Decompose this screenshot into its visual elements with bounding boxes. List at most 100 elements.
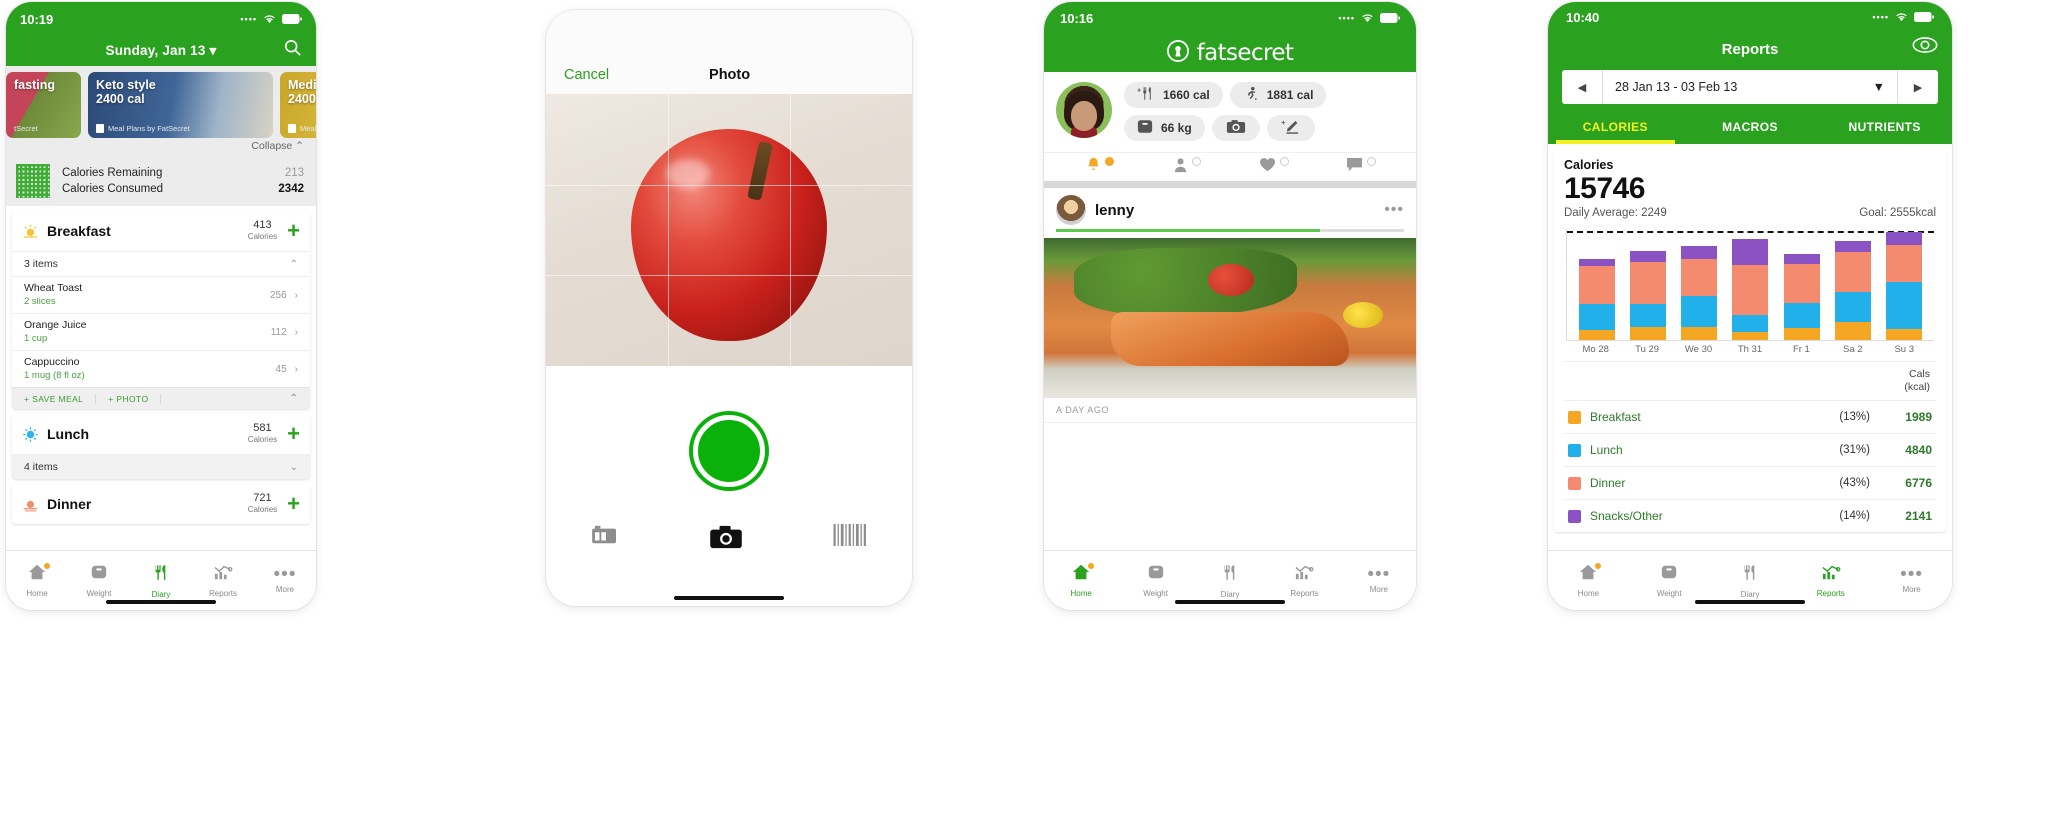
collapse-toggle[interactable]: Collapse ⌃ <box>6 138 316 158</box>
meal-items-toggle[interactable]: 4 items ⌄ <box>12 454 310 479</box>
date-range-selector[interactable]: ◀ 28 Jan 13 - 03 Feb 13 ▼ ▶ <box>1562 70 1938 104</box>
tab-calories[interactable]: CALORIES <box>1548 112 1683 144</box>
photo-nav-bar: Cancel Photo <box>546 56 912 94</box>
tab-label: Diary <box>1740 589 1760 599</box>
chart-x-axis: Mo 28 Tu 29 We 30 Th 31 Fr 1 Sa 2 Su 3 <box>1564 341 1936 362</box>
next-arrow-icon[interactable]: ▶ <box>1898 81 1938 94</box>
food-row[interactable]: Cappuccino 1 mug (8 fl oz) 45 › <box>12 350 310 387</box>
legend-row-dinner[interactable]: Dinner (43%) 6776 <box>1564 467 1936 500</box>
quick-stats: + 1660 cal 1881 cal 66 kg + <box>1124 82 1404 148</box>
food-name: Cappuccino 1 mug (8 fl oz) <box>24 356 276 382</box>
meal-header[interactable]: Dinner 721 Calories + <box>12 484 310 524</box>
svg-text:+: + <box>1137 86 1141 95</box>
tab-home[interactable]: Home <box>1044 551 1118 610</box>
heart-icon[interactable] <box>1230 157 1317 173</box>
stat-pill-weight[interactable]: 66 kg <box>1124 115 1205 141</box>
gallery-icon[interactable] <box>591 524 619 551</box>
comment-icon[interactable] <box>1317 157 1404 173</box>
avatar[interactable] <box>1056 82 1112 138</box>
chevron-up-icon: ⌃ <box>295 140 304 152</box>
meal-plan-card[interactable]: Keto style 2400 cal Meal Plans by FatSec… <box>88 72 273 138</box>
chart-icon <box>1821 563 1841 586</box>
legend-row-lunch[interactable]: Lunch (31%) 4840 <box>1564 434 1936 467</box>
prev-arrow-icon[interactable]: ◀ <box>1562 81 1602 94</box>
food-row[interactable]: Wheat Toast 2 slices 256 › <box>12 276 310 313</box>
barcode-icon[interactable] <box>833 524 867 551</box>
chart-bar-segment <box>1578 259 1615 267</box>
meal-plan-carousel[interactable]: fasting tSecret Keto style 2400 cal Meal… <box>6 66 316 138</box>
add-photo-button[interactable]: + PHOTO <box>96 393 162 404</box>
stat-pill-camera[interactable] <box>1211 115 1260 141</box>
chevron-down-icon[interactable]: ▼ <box>1873 80 1885 94</box>
tab-label: More <box>1369 584 1388 594</box>
notification-dot <box>44 563 50 569</box>
tab-macros[interactable]: MACROS <box>1683 112 1818 144</box>
chart-x-tick: Su 3 <box>1894 344 1914 355</box>
phone-slot-1: 10:19 •••• Sunday, Jan 13 ▾ fasting tSec… <box>0 0 516 832</box>
collapse-meal-icon[interactable]: ⌃ <box>290 393 304 404</box>
food-kcal: 45 <box>275 363 287 375</box>
food-serving: 2 slices <box>24 296 56 307</box>
shutter-button[interactable] <box>693 415 765 487</box>
calorie-grid-icon <box>16 164 50 198</box>
tab-nutrients[interactable]: NUTRIENTS <box>1817 112 1952 144</box>
search-icon[interactable] <box>284 39 302 62</box>
tab-more[interactable]: ••• More <box>1871 551 1952 610</box>
tab-home[interactable]: Home <box>1548 551 1629 610</box>
eye-icon[interactable] <box>1912 36 1938 59</box>
food-name: Wheat Toast 2 slices <box>24 282 270 308</box>
cancel-button[interactable]: Cancel <box>564 67 609 83</box>
tab-more[interactable]: ••• More <box>254 551 316 610</box>
legend-row-breakfast[interactable]: Breakfast (13%) 1989 <box>1564 401 1936 434</box>
meal-card-dinner[interactable]: Dinner 721 Calories + <box>12 484 310 524</box>
stat-pill-note[interactable]: + <box>1266 115 1315 141</box>
tab-more[interactable]: ••• More <box>1342 551 1416 610</box>
post-image[interactable] <box>1044 238 1416 398</box>
add-food-button[interactable]: + <box>287 493 300 515</box>
food-row[interactable]: Orange Juice 1 cup 112 › <box>12 313 310 350</box>
meal-card-breakfast[interactable]: Breakfast 413 Calories + 3 items ⌃ Wheat… <box>12 211 310 409</box>
meal-plan-card[interactable]: fasting tSecret <box>6 72 81 138</box>
stat-pill-exercise[interactable]: 1881 cal <box>1229 82 1327 108</box>
camera-viewfinder[interactable] <box>546 94 912 366</box>
chart-bar-segment <box>1783 327 1820 340</box>
post-author[interactable]: lenny <box>1095 202 1375 219</box>
add-food-button[interactable]: + <box>287 423 300 445</box>
food-serving: 1 mug (8 fl oz) <box>24 370 85 381</box>
tab-home[interactable]: Home <box>6 551 68 610</box>
chart-bar-segment <box>1681 295 1718 328</box>
post-avatar[interactable] <box>1056 195 1086 225</box>
legend-row-snacks[interactable]: Snacks/Other (14%) 2141 <box>1564 500 1936 532</box>
person-icon[interactable] <box>1143 157 1230 173</box>
meal-card-lunch[interactable]: Lunch 581 Calories + 4 items ⌄ <box>12 414 310 479</box>
meal-plan-title: Keto style 2400 cal <box>96 78 156 106</box>
calorie-summary: Calories Remaining Calories Consumed 213… <box>6 158 316 206</box>
stat-pill-food[interactable]: + 1660 cal <box>1124 82 1223 108</box>
add-food-button[interactable]: + <box>287 220 300 242</box>
food-kcal: 112 <box>270 326 287 338</box>
food-serving: 1 cup <box>24 333 48 344</box>
chart-bar-segment <box>1886 244 1923 283</box>
date-range-value-wrap[interactable]: 28 Jan 13 - 03 Feb 13 ▼ <box>1602 70 1898 104</box>
bell-icon[interactable] <box>1056 157 1143 173</box>
legend-pct: (43%) <box>1839 477 1870 489</box>
chart-bar-segment <box>1835 251 1872 292</box>
meal-header[interactable]: Breakfast 413 Calories + <box>12 211 310 251</box>
date-selector[interactable]: Sunday, Jan 13 ▾ <box>105 43 216 59</box>
meal-plan-byline: Meal Plans by FatSecret <box>96 124 190 133</box>
fatsecret-logo-icon <box>1166 39 1189 67</box>
meal-items-toggle[interactable]: 3 items ⌃ <box>12 251 310 276</box>
camera-icon[interactable] <box>709 524 743 555</box>
meal-calories: 721 Calories <box>247 492 278 514</box>
stat-value: 1660 cal <box>1163 88 1210 102</box>
meal-plan-card[interactable]: Mediterra 2400 cal Meal Plans b <box>280 72 316 138</box>
tab-label: Diary <box>1220 589 1240 599</box>
scale-icon <box>90 563 108 586</box>
brand-name: fatsecret <box>1196 40 1294 66</box>
svg-text:+: + <box>1281 119 1285 127</box>
post-header: lenny ••• <box>1044 188 1416 225</box>
save-meal-button[interactable]: + SAVE MEAL <box>18 393 97 404</box>
meal-items-count: 4 items <box>24 461 58 473</box>
meal-header[interactable]: Lunch 581 Calories + <box>12 414 310 454</box>
more-dots-icon[interactable]: ••• <box>1384 201 1404 219</box>
